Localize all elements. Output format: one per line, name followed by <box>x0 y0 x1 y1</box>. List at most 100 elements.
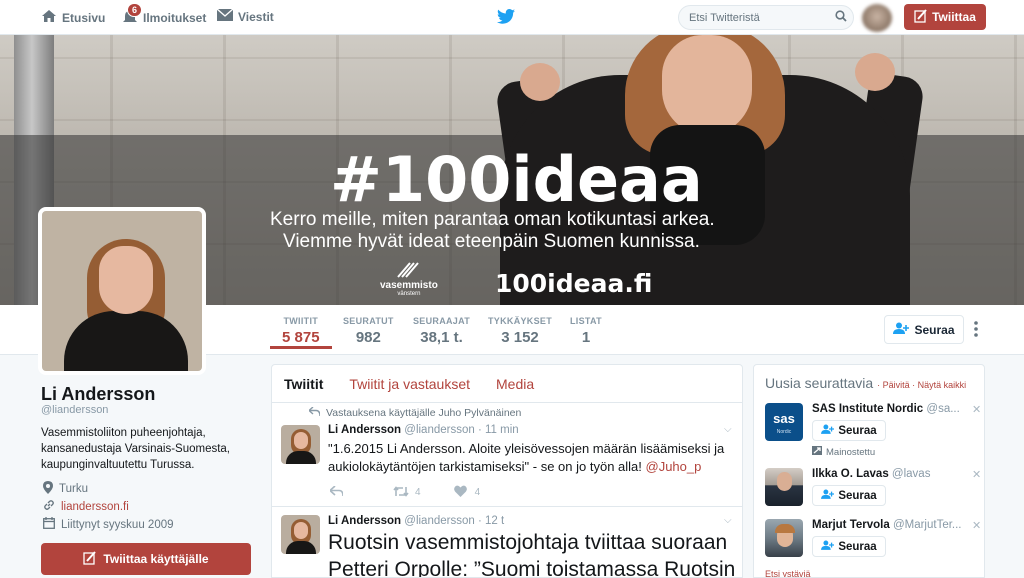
stat-following[interactable]: SEURATUT 982 <box>343 316 394 346</box>
stat-value: 982 <box>355 329 381 346</box>
suggestion-handle: @sa... <box>926 403 960 415</box>
chevron-down-icon[interactable]: ⌵ <box>724 515 732 526</box>
tweet-mention[interactable]: @Juho_p <box>646 459 702 474</box>
tweet-avatar[interactable] <box>281 425 320 464</box>
tweet-header: Li Andersson @liandersson · 11 min <box>328 424 519 436</box>
nav-notifications-label: Ilmoitukset <box>143 11 207 25</box>
stat-likes[interactable]: TYKKÄYKSET 3 152 <box>488 316 552 346</box>
dismiss-icon[interactable]: ✕ <box>972 468 981 481</box>
tweet-author-name[interactable]: Li Andersson <box>328 515 401 527</box>
profile-name[interactable]: Li Andersson <box>41 384 155 405</box>
tweet-time[interactable]: · 12 t <box>478 515 504 527</box>
reply-arrow-icon <box>307 406 321 419</box>
follow-button-label: Seuraa <box>914 322 955 337</box>
suggestion-name[interactable]: Ilkka O. Lavas @lavas <box>812 468 972 480</box>
tweet-author-handle: @liandersson <box>404 515 475 527</box>
heart-icon[interactable] <box>453 485 467 500</box>
dismiss-icon[interactable]: ✕ <box>972 519 981 532</box>
stat-label: SEURAAJAT <box>413 316 471 326</box>
add-user-icon <box>821 540 835 553</box>
reply-context: Vastauksena käyttäjälle Juho Pylvänäinen <box>307 406 522 419</box>
sas-logo[interactable]: sas Nordic <box>765 403 803 441</box>
tab-tweets[interactable]: Twiitit <box>284 376 323 392</box>
profile-url: liandersson.fi <box>43 499 129 514</box>
tweet-to-user-label: Twiittaa käyttäjälle <box>103 552 209 566</box>
refresh-link[interactable]: Päivitä <box>883 380 910 390</box>
dismiss-icon[interactable]: ✕ <box>972 403 981 416</box>
account-avatar[interactable] <box>862 4 892 32</box>
add-user-icon <box>821 489 835 502</box>
stat-lists[interactable]: LISTAT 1 <box>570 316 602 346</box>
banner-line-2: Viemme hyvät ideat eteenpäin Suomen kunn… <box>283 231 700 252</box>
reply-context-text: Vastauksena käyttäjälle Juho Pylvänäinen <box>326 407 522 419</box>
stat-label: LISTAT <box>570 316 602 326</box>
suggestion-avatar[interactable] <box>765 468 803 506</box>
link-icon <box>43 499 55 514</box>
follow-tervola-button[interactable]: Seuraa <box>812 536 886 557</box>
location-pin-icon <box>43 481 53 497</box>
tweet-to-user-button[interactable]: Twiittaa käyttäjälle <box>41 543 251 575</box>
stat-tweets[interactable]: TWIITIT 5 875 <box>282 316 320 346</box>
profile-website-link[interactable]: liandersson.fi <box>61 501 129 513</box>
compose-tweet-label: Twiittaa <box>932 10 976 24</box>
tweet-item[interactable]: Li Andersson @liandersson · 12 t ⌵ Ruots… <box>272 507 742 577</box>
suggestion-handle: @lavas <box>891 468 931 480</box>
notifications-count-badge: 6 <box>127 3 143 17</box>
profile-location: Turku <box>43 481 88 497</box>
suggestion-avatar[interactable] <box>765 519 803 557</box>
tab-tweets-and-replies[interactable]: Twiitit ja vastaukset <box>349 376 470 392</box>
profile-handle[interactable]: @liandersson <box>41 404 108 416</box>
profile-avatar[interactable] <box>38 207 206 375</box>
twitter-bird-icon[interactable] <box>497 9 515 27</box>
tweet-author-handle: @liandersson <box>404 424 475 436</box>
stat-value: 38,1 t. <box>420 329 463 346</box>
compose-tweet-button[interactable]: Twiittaa <box>904 4 986 30</box>
follow-sas-button[interactable]: Seuraa <box>812 420 886 441</box>
envelope-icon <box>216 8 234 24</box>
follow-button[interactable]: Seuraa <box>884 315 964 344</box>
stat-label: TYKKÄYKSET <box>488 316 553 326</box>
find-friends-link[interactable]: Etsi ystäviä <box>765 569 811 577</box>
follow-label: Seuraa <box>838 540 877 553</box>
suggestion-name[interactable]: SAS Institute Nordic @sa... <box>812 403 972 415</box>
stat-followers[interactable]: SEURAAJAT 38,1 t. <box>413 316 470 346</box>
retweet-icon[interactable] <box>393 485 409 500</box>
chevron-down-icon[interactable]: ⌵ <box>724 424 732 435</box>
stat-label: SEURATUT <box>343 316 394 326</box>
follow-lavas-button[interactable]: Seuraa <box>812 485 886 506</box>
nav-messages-label: Viestit <box>238 9 274 24</box>
search-icon[interactable] <box>835 10 847 25</box>
nav-home[interactable]: Etusivu <box>41 9 105 26</box>
stat-value: 1 <box>581 329 591 346</box>
bell-icon: 6 <box>122 3 143 27</box>
search-input[interactable] <box>678 5 854 30</box>
nav-notifications[interactable]: 6 Ilmoitukset <box>122 3 207 27</box>
retweet-count: 4 <box>415 487 421 498</box>
promoted-text: Mainostettu <box>826 446 876 458</box>
follow-label: Seuraa <box>838 489 877 502</box>
more-options-icon[interactable] <box>970 318 982 340</box>
suggestion-name[interactable]: Marjut Tervola @MarjutTer... <box>812 519 972 531</box>
tweet-item[interactable]: Vastauksena käyttäjälle Juho Pylvänäinen… <box>272 403 742 507</box>
separator-dot: · <box>877 380 881 390</box>
tweet-author-name[interactable]: Li Andersson <box>328 424 401 436</box>
logo-subtext: vänstern <box>397 291 421 297</box>
tab-media[interactable]: Media <box>496 376 534 392</box>
who-to-follow-header: Uusia seurattavia · Päivitä · Näytä kaik… <box>765 375 966 391</box>
timeline: Twiitit Twiitit ja vastaukset Media Vast… <box>271 364 743 578</box>
tweet-avatar[interactable] <box>281 515 320 554</box>
quill-icon <box>83 550 97 568</box>
quill-icon <box>914 8 928 26</box>
nav-messages[interactable]: Viestit <box>216 8 274 24</box>
timeline-tabs: Twiitit Twiitit ja vastaukset Media <box>272 365 742 403</box>
calendar-icon <box>43 517 55 532</box>
reply-icon[interactable] <box>328 485 344 499</box>
home-icon <box>41 9 57 26</box>
tweet-actions: 4 4 <box>328 485 480 500</box>
banner-line-1: Kerro meille, miten parantaa oman kotiku… <box>270 209 715 230</box>
logo-text: vasemmisto <box>380 280 438 291</box>
location-text: Turku <box>59 483 88 495</box>
tweet-text: "1.6.2015 Li Andersson. Aloite yleisöves… <box>328 440 728 476</box>
tweet-time[interactable]: · 11 min <box>478 424 519 436</box>
view-all-link[interactable]: Näytä kaikki <box>918 380 967 390</box>
